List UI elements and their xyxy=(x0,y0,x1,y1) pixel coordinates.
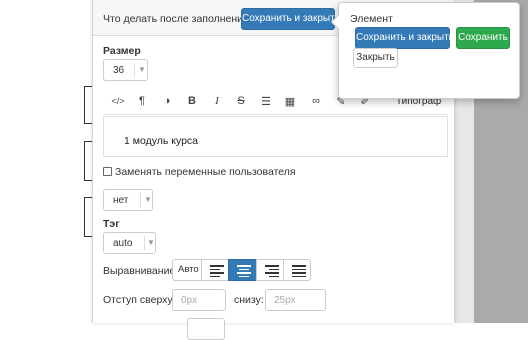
code-icon[interactable]: </> xyxy=(110,96,126,106)
align-left-icon xyxy=(210,265,224,279)
list-icon[interactable]: ☰ xyxy=(258,95,274,108)
align-left-button[interactable] xyxy=(201,259,229,281)
align-center-button[interactable] xyxy=(228,259,257,281)
chevron-down-icon: ▼ xyxy=(147,238,155,247)
chevron-down-icon: ▼ xyxy=(144,195,152,204)
size-label: Размер xyxy=(103,45,141,57)
size-value: 36 xyxy=(113,65,125,76)
contrast-icon[interactable]: ◑ xyxy=(159,95,175,107)
align-auto-label: Авто xyxy=(178,264,199,275)
content-editor[interactable]: 1 модуль курса xyxy=(103,116,448,157)
after-fill-label: Что делать после заполнения xyxy=(103,13,249,25)
table-icon[interactable]: ▦ xyxy=(282,95,298,108)
link-icon[interactable]: ∞ xyxy=(308,95,324,107)
bold-icon[interactable]: B xyxy=(184,95,200,107)
save-and-close-button[interactable]: Сохранить и закрыть xyxy=(241,8,340,30)
popover-close-button[interactable]: Закрыть xyxy=(353,48,398,68)
padding-top-placeholder: 0px xyxy=(181,295,198,306)
tag-value: auto xyxy=(113,238,133,249)
tag-select[interactable]: auto ▼ xyxy=(103,232,156,254)
strikethrough-icon[interactable]: S xyxy=(233,95,249,107)
tag-label: Тэг xyxy=(103,218,120,230)
align-center-icon xyxy=(237,265,251,279)
element-popover: Элемент Сохранить и закрыть Сохранить За… xyxy=(330,2,520,99)
padding-top-input[interactable]: 0px xyxy=(172,289,226,311)
align-auto-button[interactable]: Авто xyxy=(172,259,202,281)
content-text: 1 модуль курса xyxy=(124,135,199,147)
replace-vars-checkbox[interactable] xyxy=(103,167,112,176)
popover-save-and-close-button[interactable]: Сохранить и закрыть xyxy=(355,27,454,49)
padding-bottom-label: снизу: xyxy=(234,294,264,306)
align-justify-icon xyxy=(292,265,306,279)
next-field-input[interactable] xyxy=(187,318,225,340)
popover-save-button[interactable]: Сохранить xyxy=(456,27,510,49)
paragraph-icon[interactable]: ¶ xyxy=(134,95,150,107)
align-right-icon xyxy=(265,265,279,279)
replace-vars-label: Заменять переменные пользователя xyxy=(115,166,296,178)
replace-vars-value: нет xyxy=(113,195,129,206)
chevron-down-icon: ▼ xyxy=(138,65,146,74)
align-right-button[interactable] xyxy=(256,259,284,281)
align-justify-button[interactable] xyxy=(283,259,311,281)
italic-icon[interactable]: I xyxy=(209,95,225,107)
popover-title: Элемент xyxy=(350,13,393,25)
padding-top-label: Отступ сверху: xyxy=(103,294,176,306)
padding-bottom-input[interactable]: 25px xyxy=(265,289,326,311)
size-select[interactable]: 36 ▼ xyxy=(103,59,148,81)
replace-vars-select[interactable]: нет ▼ xyxy=(103,189,153,211)
alignment-label: Выравнивание xyxy=(103,265,176,277)
padding-bottom-placeholder: 25px xyxy=(274,295,296,306)
